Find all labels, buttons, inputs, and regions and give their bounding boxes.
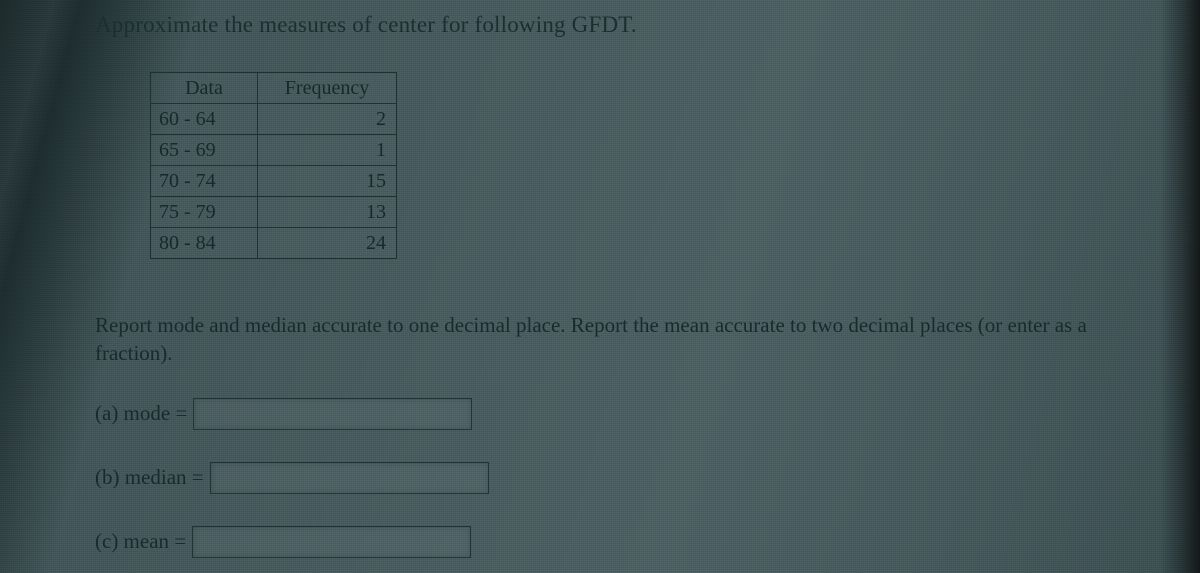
freq-cell: 13: [258, 197, 397, 228]
mode-label: (a) mode =: [95, 401, 187, 426]
mean-label: (c) mean =: [95, 529, 186, 554]
question-prompt: Approximate the measures of center for f…: [95, 12, 1140, 38]
table-header-frequency: Frequency: [258, 73, 397, 104]
table-row: 75 - 79 13: [151, 197, 397, 228]
data-cell: 70 - 74: [151, 166, 258, 197]
freq-cell: 24: [258, 228, 397, 259]
median-input[interactable]: [210, 462, 489, 494]
table-row: 60 - 64 2: [151, 104, 397, 135]
data-cell: 65 - 69: [151, 135, 258, 166]
data-cell: 60 - 64: [151, 104, 258, 135]
data-cell: 80 - 84: [151, 228, 258, 259]
freq-cell: 15: [258, 166, 397, 197]
gfdt-table: Data Frequency 60 - 64 2 65 - 69 1 70 - …: [150, 72, 397, 259]
mode-input[interactable]: [193, 398, 472, 430]
data-cell: 75 - 79: [151, 197, 258, 228]
freq-cell: 1: [258, 135, 397, 166]
freq-cell: 2: [258, 104, 397, 135]
table-header-data: Data: [151, 73, 258, 104]
reporting-instructions: Report mode and median accurate to one d…: [95, 311, 1095, 368]
table-row: 70 - 74 15: [151, 166, 397, 197]
table-row: 80 - 84 24: [151, 228, 397, 259]
mean-input[interactable]: [192, 526, 471, 558]
table-row: 65 - 69 1: [151, 135, 397, 166]
median-label: (b) median =: [95, 465, 204, 490]
